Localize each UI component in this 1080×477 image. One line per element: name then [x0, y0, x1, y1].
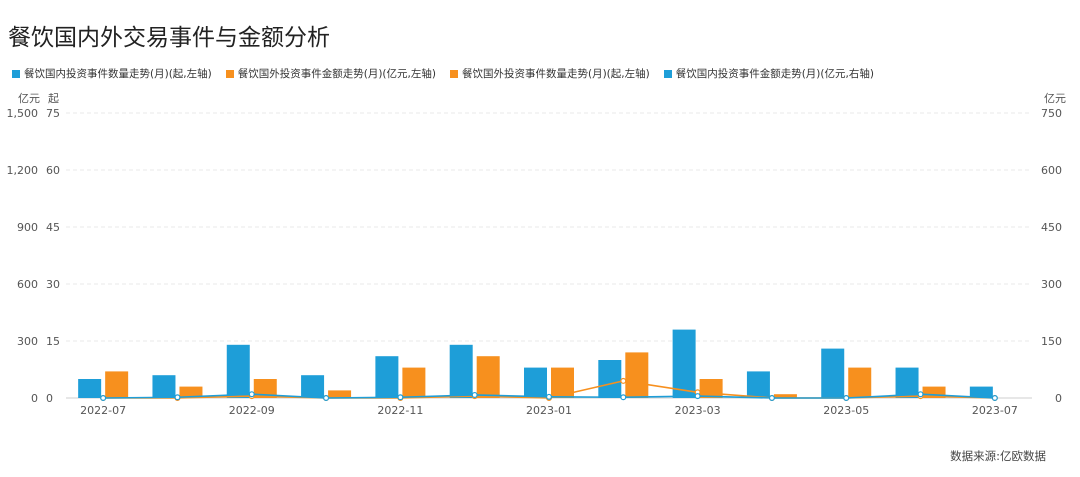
y-tick-label-left-inner: 30: [46, 278, 60, 291]
x-tick-label: 2022-07: [80, 404, 126, 417]
bar-domestic-count: [152, 375, 176, 398]
bar-domestic-count: [226, 344, 250, 398]
bar-domestic-count: [821, 348, 845, 398]
bar-foreign-amount: [699, 379, 723, 398]
x-tick-label: 2023-03: [675, 404, 721, 417]
y-tick-label-left-outer: 600: [17, 278, 38, 291]
bar-foreign-amount: [625, 352, 649, 398]
point-domestic-amount: [843, 395, 850, 402]
bar-domestic-count: [895, 367, 919, 398]
bar-domestic-count: [598, 360, 622, 398]
y-tick-label-left-inner: 0: [46, 392, 53, 405]
point-domestic-amount: [768, 395, 775, 402]
y-tick-label-left-inner: 15: [46, 335, 60, 348]
x-tick-label: 2023-05: [823, 404, 869, 417]
y-tick-label-left-inner: 75: [46, 107, 60, 120]
point-domestic-amount: [545, 393, 552, 400]
y-tick-label-left-inner: 45: [46, 221, 60, 234]
bar-domestic-count: [78, 379, 102, 398]
y-tick-label-right: 750: [1041, 107, 1062, 120]
bar-foreign-amount: [402, 367, 426, 398]
point-foreign-count: [620, 377, 627, 384]
y-tick-label-right: 300: [1041, 278, 1062, 291]
point-domestic-amount: [694, 393, 701, 400]
point-domestic-amount: [248, 391, 255, 398]
bar-foreign-amount: [848, 367, 872, 398]
y-tick-label-left-outer: 300: [17, 335, 38, 348]
point-domestic-amount: [100, 395, 107, 402]
y-tick-label-left-outer: 1,200: [7, 164, 39, 177]
bar-domestic-count: [301, 375, 325, 398]
y-tick-label-right: 450: [1041, 221, 1062, 234]
x-tick-label: 2023-01: [526, 404, 572, 417]
y-tick-label-right: 0: [1055, 392, 1062, 405]
bar-domestic-count: [524, 367, 547, 398]
y-tick-label-left-inner: 60: [46, 164, 60, 177]
point-domestic-amount: [991, 395, 998, 402]
chart-canvas: 0 0 0300 15 150600 30 300900 45 4501,200 60 6001,5…: [7, 107, 1063, 417]
bar-foreign-amount: [105, 371, 129, 398]
point-domestic-amount: [917, 391, 924, 398]
y-tick-label-left-outer: 0: [31, 392, 38, 405]
y-tick-label-right: 600: [1041, 164, 1062, 177]
point-domestic-amount: [471, 391, 478, 398]
y-tick-label-left-outer: 1,500: [7, 107, 39, 120]
x-tick-label: 2022-11: [377, 404, 423, 417]
y-tick-label-right: 150: [1041, 335, 1062, 348]
bar-domestic-count: [746, 371, 770, 398]
bar-domestic-count: [449, 344, 473, 398]
point-domestic-amount: [323, 395, 330, 402]
point-domestic-amount: [620, 394, 627, 401]
bar-domestic-count: [375, 356, 399, 398]
x-tick-label: 2022-09: [229, 404, 275, 417]
bar-domestic-count: [672, 329, 696, 398]
y-tick-label-left-outer: 900: [17, 221, 38, 234]
data-source: 数据来源:亿欧数据: [950, 449, 1046, 463]
x-tick-label: 2023-07: [972, 404, 1018, 417]
bar-foreign-amount: [476, 356, 500, 398]
point-domestic-amount: [397, 394, 404, 401]
point-domestic-amount: [174, 394, 181, 401]
bar-foreign-amount: [328, 390, 352, 398]
